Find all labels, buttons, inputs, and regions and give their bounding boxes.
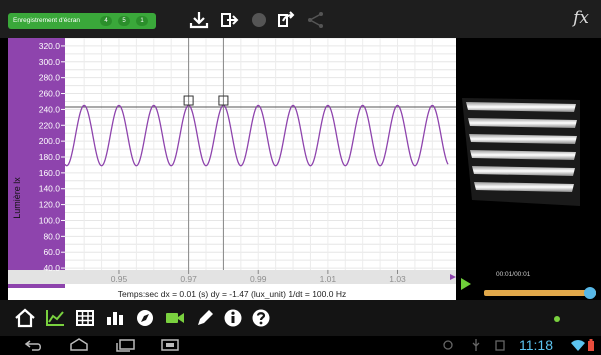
y-tick-label: 320.0 — [39, 41, 61, 51]
status-led — [554, 316, 560, 322]
usb-icon — [472, 339, 480, 351]
y-tick-label: 220.0 — [39, 120, 61, 130]
info-icon[interactable] — [222, 308, 244, 328]
share-icon[interactable] — [275, 10, 297, 30]
x-tick-label: 0.95 — [111, 274, 128, 284]
battery-icon — [588, 339, 594, 351]
screenshot-icon[interactable] — [160, 338, 180, 352]
y-tick-label: 80.0 — [43, 231, 60, 241]
screen-record-label: Enregistrement d'écran — [13, 17, 80, 24]
record-icon[interactable] — [248, 10, 270, 30]
y-tick-label: 300.0 — [39, 57, 61, 67]
y-tick-label: 60.0 — [43, 247, 60, 257]
y-tick-label: 240.0 — [39, 104, 61, 114]
x-tick-label: 1.03 — [389, 274, 406, 284]
network-icon[interactable] — [305, 10, 327, 30]
measurement-readout: Temps:sec dx = 0.01 (s) dy = -1.47 (lux_… — [117, 289, 347, 299]
x-tick-label: 1.01 — [320, 274, 337, 284]
video-progress-slider[interactable] — [484, 287, 596, 299]
video-panel[interactable] — [456, 38, 601, 300]
video-progress-knob[interactable] — [584, 287, 596, 299]
help-icon[interactable] — [250, 308, 272, 328]
screen-record-button[interactable]: Enregistrement d'écran 4 5 1 — [8, 13, 156, 29]
recent-apps-icon[interactable] — [114, 338, 136, 352]
compass-icon[interactable] — [134, 308, 156, 328]
record-option-button[interactable]: 5 — [118, 16, 130, 26]
home-nav-icon[interactable] — [68, 338, 90, 352]
y-tick-label: 140.0 — [39, 184, 61, 194]
y-tick-label: 160.0 — [39, 168, 61, 178]
x-tick-label: 0.97 — [180, 274, 197, 284]
notification-icon — [495, 340, 505, 351]
y-tick-label: 100.0 — [39, 215, 61, 225]
y-tick-label: 120.0 — [39, 200, 61, 210]
y-tick-label: 180.0 — [39, 152, 61, 162]
table-icon[interactable] — [74, 308, 96, 328]
y-tick-label: 200.0 — [39, 136, 61, 146]
record-option-button[interactable]: 4 — [100, 16, 112, 26]
back-icon[interactable] — [24, 338, 44, 352]
video-icon[interactable] — [164, 308, 186, 328]
top-toolbar: Enregistrement d'écran 4 5 1 fx — [0, 0, 601, 38]
export-icon[interactable] — [218, 10, 240, 30]
record-option-button[interactable]: 1 — [136, 16, 148, 26]
graph-icon[interactable] — [44, 308, 66, 328]
system-nav-bar — [0, 336, 601, 355]
y-tick-label: 260.0 — [39, 89, 61, 99]
light-chart[interactable]: 320.0 300.0 280.0 260.0 240.0 220.0 200.0 180.0… — [8, 38, 456, 300]
chart-panel[interactable]: 320.0 300.0 280.0 260.0 240.0 220.0 200.0 180.0… — [8, 38, 456, 300]
y-axis-label: Lumière lx — [12, 177, 22, 219]
pen-icon[interactable] — [194, 308, 216, 328]
wifi-icon — [571, 340, 585, 351]
y-tick-label: 280.0 — [39, 73, 61, 83]
download-icon[interactable] — [188, 10, 210, 30]
bottom-toolbar — [0, 300, 601, 336]
home-icon[interactable] — [14, 308, 36, 328]
gps-icon — [443, 340, 453, 350]
y-tick-label: 40.0 — [43, 263, 60, 273]
x-tick-label: 0.99 — [250, 274, 267, 284]
play-icon[interactable] — [461, 278, 471, 290]
bar-chart-icon[interactable] — [104, 308, 126, 328]
function-icon[interactable]: fx — [573, 8, 589, 28]
video-time: 00:01/00:01 — [496, 271, 531, 278]
video-frame — [462, 98, 580, 206]
clock: 11:18 — [519, 337, 553, 353]
chart-grid — [65, 38, 456, 277]
